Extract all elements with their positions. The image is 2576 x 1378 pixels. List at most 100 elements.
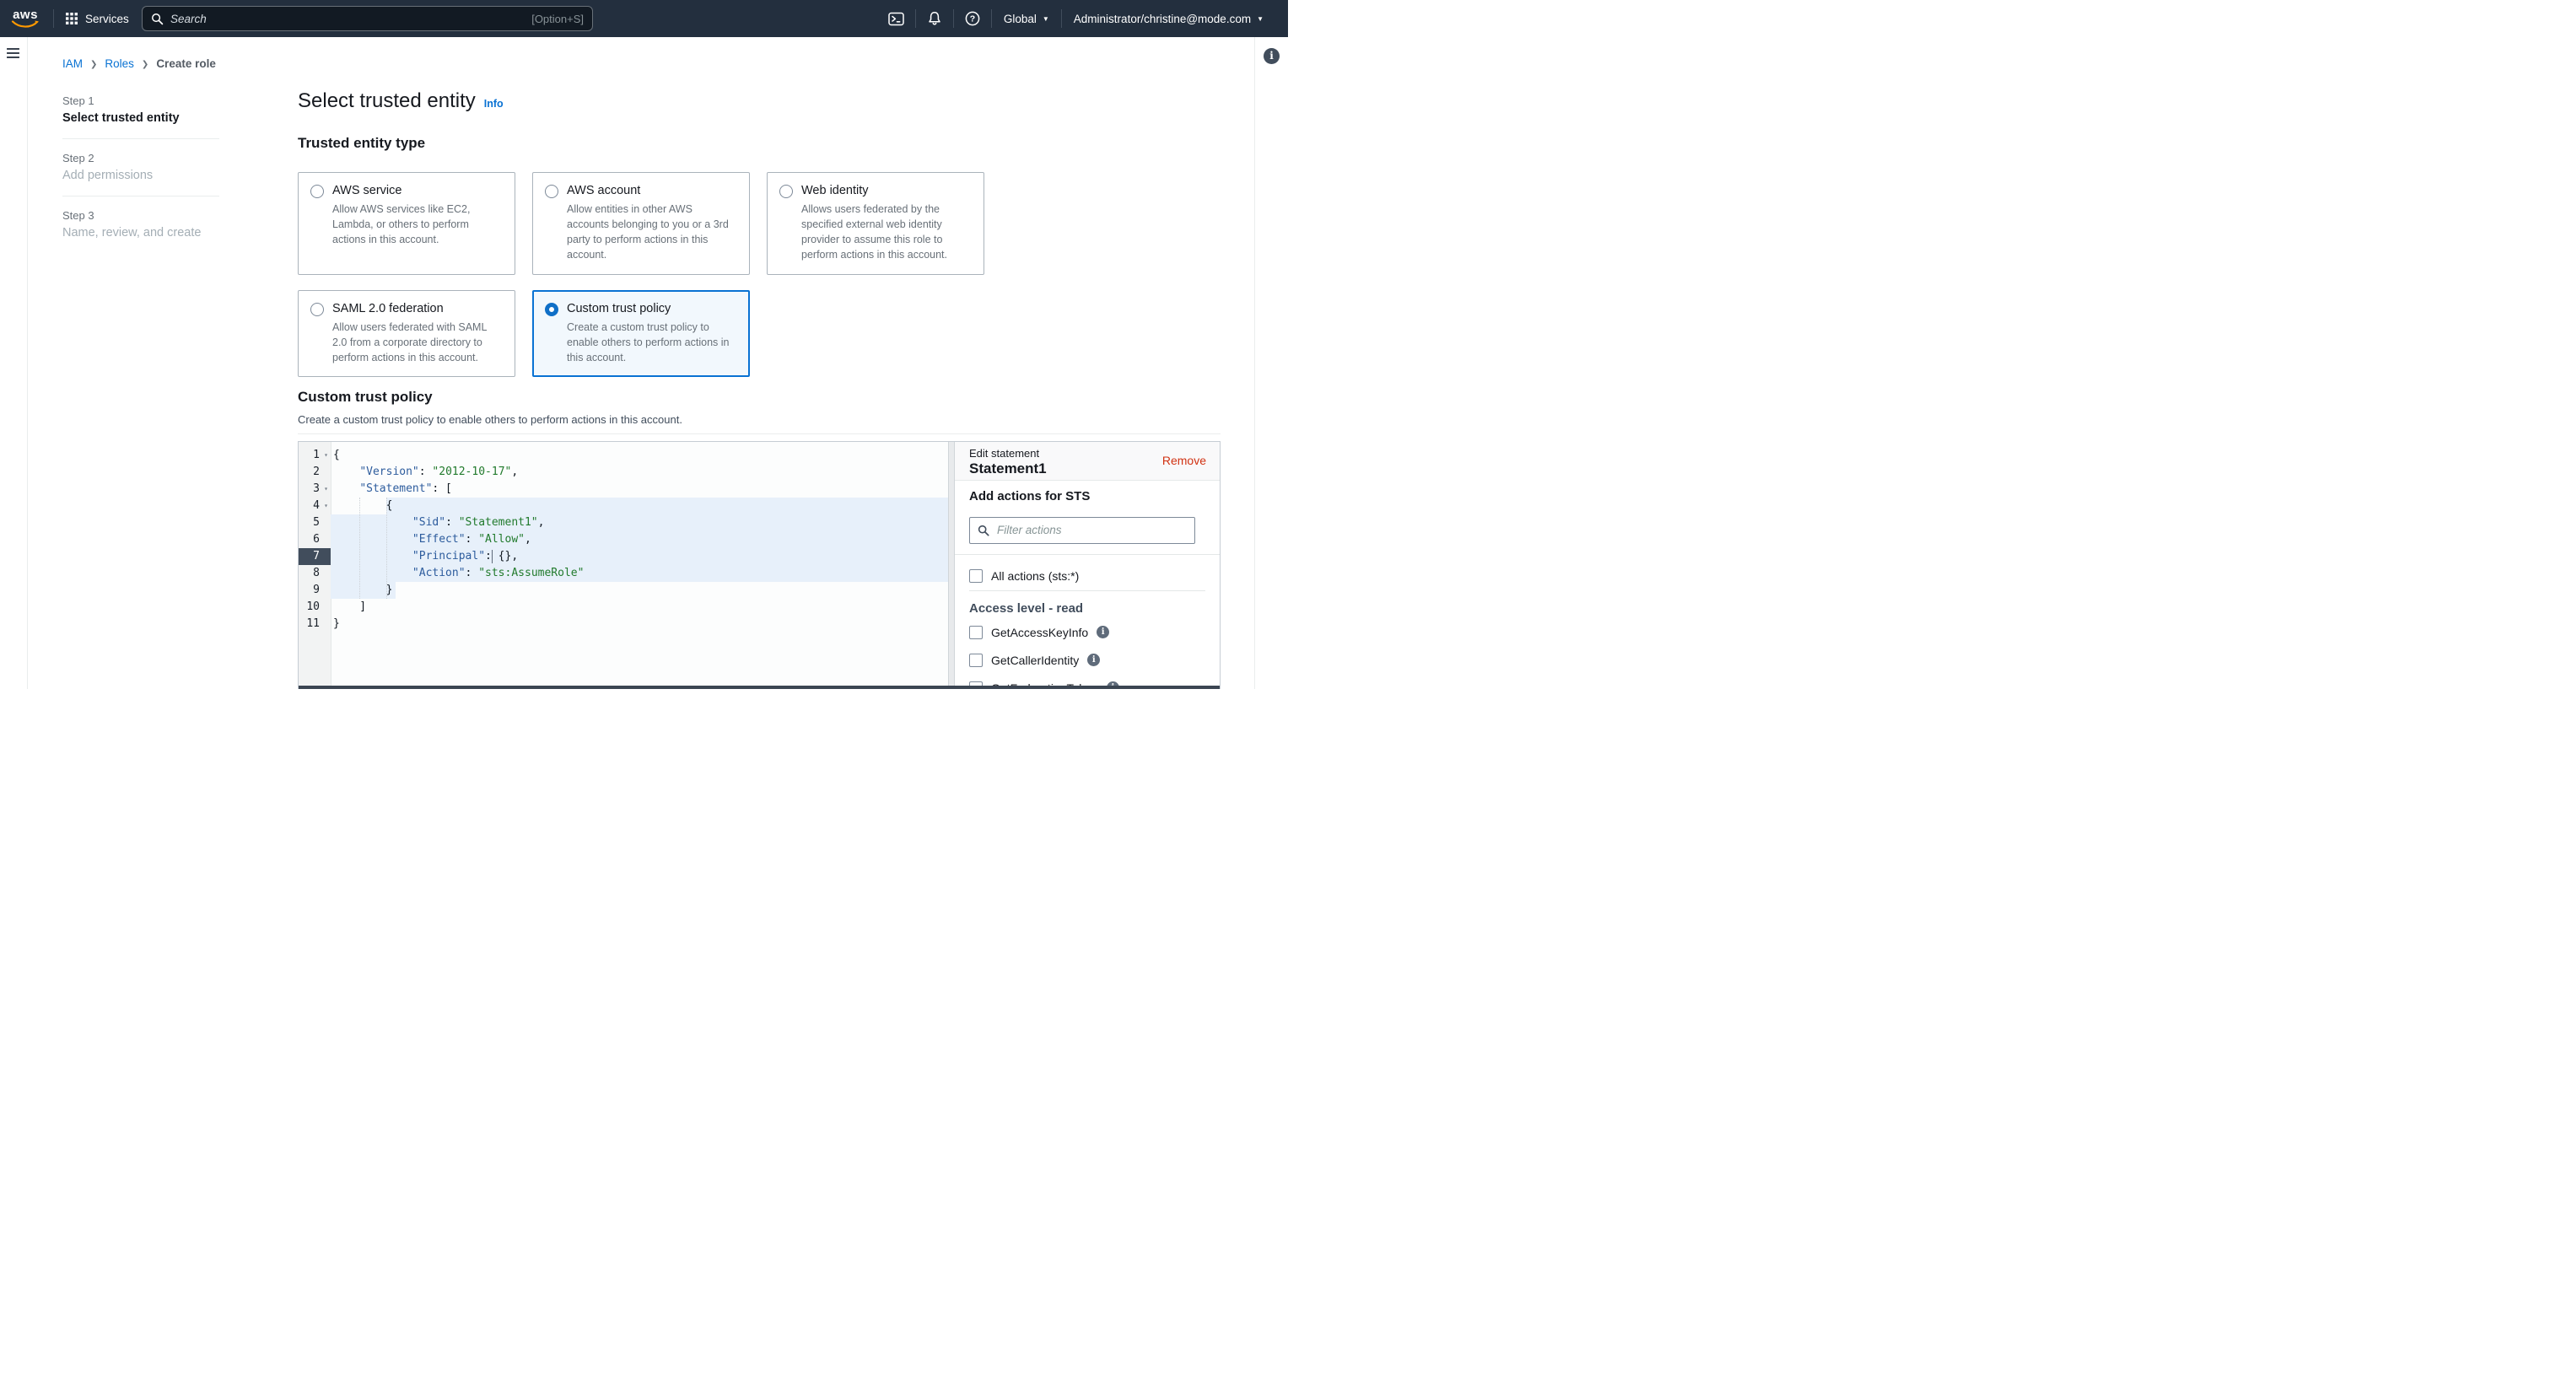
breadcrumb-link-iam[interactable]: IAM	[62, 57, 83, 70]
code-line-content: "Version": "2012-10-17",	[331, 464, 948, 481]
step-item-3[interactable]: Step 3 Name, review, and create	[62, 209, 219, 240]
line-number-gutter: 10	[299, 599, 331, 616]
code-line-8: 8 "Action": "sts:AssumeRole"	[299, 565, 948, 582]
step-label: Step 1	[62, 94, 219, 107]
step-label: Step 3	[62, 209, 219, 222]
line-number-gutter: 7	[299, 548, 331, 565]
code-line-3: 3▾ "Statement": [	[299, 481, 948, 498]
entity-option-title: Custom trust policy	[567, 302, 737, 315]
line-number: 5	[299, 514, 321, 531]
step-label: Step 2	[62, 152, 219, 164]
services-menu-button[interactable]: Services	[54, 0, 141, 37]
all-actions-row: All actions (sts:*)	[969, 569, 1220, 583]
open-navigation-menu-button[interactable]	[7, 48, 19, 61]
breadcrumb: IAM ❯ Roles ❯ Create role	[62, 57, 216, 70]
filter-actions-input[interactable]	[995, 523, 1187, 537]
entity-option-web-identity[interactable]: Web identityAllows users federated by th…	[767, 172, 984, 275]
entity-option-title: AWS service	[332, 184, 503, 197]
search-input[interactable]: Search [Option+S]	[142, 6, 593, 31]
entity-option-description: Allow AWS services like EC2, Lambda, or …	[332, 202, 503, 247]
step-title: Name, review, and create	[62, 226, 219, 240]
getaccesskeyinfo-checkbox[interactable]	[969, 626, 983, 639]
aws-logo[interactable]: aws	[11, 9, 40, 29]
remove-statement-link[interactable]: Remove	[1162, 454, 1206, 467]
action-row-getcalleridentity: GetCallerIdentityi	[969, 654, 1220, 667]
code-line-1: 1▾{	[299, 447, 948, 464]
help-button[interactable]: ?	[954, 0, 991, 37]
radio-selected[interactable]	[545, 303, 558, 316]
radio-unselected[interactable]	[310, 185, 324, 198]
section-divider	[298, 433, 1221, 434]
entity-option-custom-trust-policy[interactable]: Custom trust policyCreate a custom trust…	[532, 290, 750, 377]
line-number-gutter: 6	[299, 531, 331, 548]
radio-unselected[interactable]	[310, 303, 324, 316]
fold-caret-icon[interactable]: ▾	[321, 447, 331, 464]
entity-option-aws-account[interactable]: AWS accountAllow entities in other AWS a…	[532, 172, 750, 275]
code-line-content: }	[331, 582, 948, 599]
custom-trust-policy-heading: Custom trust policy	[298, 389, 1221, 406]
aws-smile-icon	[11, 20, 40, 29]
step-title: Select trusted entity	[62, 111, 219, 125]
step-item-2[interactable]: Step 2Add permissions	[62, 152, 219, 182]
entity-option-saml-2-0-federation[interactable]: SAML 2.0 federationAllow users federated…	[298, 290, 515, 377]
line-number: 11	[299, 616, 321, 632]
info-link[interactable]: Info	[484, 98, 504, 110]
json-code-editor[interactable]: 1▾{2 "Version": "2012-10-17",3▾ "Stateme…	[299, 442, 948, 689]
code-tokens: "Sid": "Statement1",	[333, 516, 544, 529]
policy-editor-container: 1▾{2 "Version": "2012-10-17",3▾ "Stateme…	[298, 441, 1221, 689]
line-number: 4	[299, 498, 321, 514]
cloudshell-button[interactable]	[877, 0, 915, 37]
search-placeholder: Search	[170, 13, 531, 25]
action-row-getaccesskeyinfo: GetAccessKeyInfoi	[969, 626, 1220, 639]
entity-option-body: AWS accountAllow entities in other AWS a…	[567, 184, 737, 263]
code-line-content: {	[331, 498, 948, 514]
info-icon[interactable]: i	[1097, 626, 1109, 638]
code-line-content: "Sid": "Statement1",	[331, 514, 948, 531]
breadcrumb-current: Create role	[156, 57, 216, 70]
code-line-2: 2 "Version": "2012-10-17",	[299, 464, 948, 481]
code-tokens: "Action": "sts:AssumeRole"	[333, 567, 584, 579]
fold-caret-icon[interactable]: ▾	[321, 498, 331, 514]
breadcrumb-link-roles[interactable]: Roles	[105, 57, 134, 70]
code-line-content: }	[331, 616, 948, 632]
panel-resize-handle[interactable]	[948, 442, 955, 689]
radio-unselected[interactable]	[779, 185, 793, 198]
services-label: Services	[85, 13, 129, 25]
code-tokens: {	[333, 449, 340, 461]
region-selector[interactable]: Global ▼	[992, 0, 1061, 37]
region-label: Global	[1004, 13, 1037, 25]
bell-icon	[927, 11, 942, 26]
edit-statement-panel: Edit statement Statement1 Remove Add act…	[955, 442, 1220, 689]
account-menu[interactable]: Administrator/christine@mode.com ▼	[1062, 0, 1275, 37]
code-line-9: 9 }	[299, 582, 948, 599]
entity-cards-row1: AWS service Allow AWS services like EC2, …	[298, 172, 1221, 275]
chevron-right-icon: ❯	[90, 60, 97, 69]
line-number-gutter: 11	[299, 616, 331, 632]
code-tokens: "Statement": [	[333, 482, 452, 495]
services-grid-icon	[66, 13, 78, 24]
info-icon[interactable]: i	[1087, 654, 1100, 666]
actions-list: GetAccessKeyInfoiGetCallerIdentityiGetFe…	[955, 626, 1220, 689]
info-panel-toggle-icon[interactable]: i	[1264, 48, 1280, 64]
code-line-content: "Action": "sts:AssumeRole"	[331, 565, 948, 582]
line-number-gutter: 2	[299, 464, 331, 481]
code-line-content: "Principal": {},	[331, 548, 948, 565]
entity-option-description: Allow users federated with SAML 2.0 from…	[332, 320, 503, 365]
notifications-bell-button[interactable]	[916, 0, 953, 37]
line-number-gutter: 4▾	[299, 498, 331, 514]
step-item-1: Step 1 Select trusted entity	[62, 94, 219, 125]
chevron-right-icon: ❯	[142, 60, 148, 69]
top-navigation: aws Services	[0, 0, 1288, 37]
chevron-down-icon: ▼	[1043, 16, 1049, 23]
entity-option-aws-service[interactable]: AWS service Allow AWS services like EC2, …	[298, 172, 515, 275]
fold-caret-icon[interactable]: ▾	[321, 481, 331, 498]
code-tokens: "Version": "2012-10-17",	[333, 466, 518, 478]
code-line-content: {	[331, 447, 948, 464]
search-icon	[978, 525, 989, 536]
line-number-gutter: 9	[299, 582, 331, 599]
radio-unselected[interactable]	[545, 185, 558, 198]
all-actions-checkbox[interactable]	[969, 569, 983, 583]
code-tokens: "Principal": {},	[333, 550, 518, 563]
entity-option-body: AWS service Allow AWS services like EC2, …	[332, 184, 503, 247]
getcalleridentity-checkbox[interactable]	[969, 654, 983, 667]
